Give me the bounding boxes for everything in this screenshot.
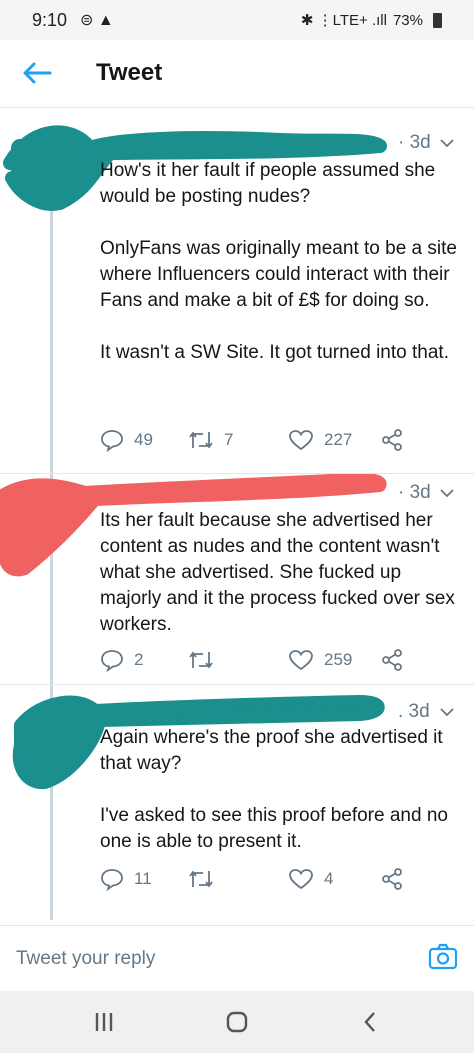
recent-apps-icon: [95, 1013, 113, 1031]
chevron-down-icon[interactable]: [440, 488, 454, 498]
like-button[interactable]: 259: [288, 646, 352, 674]
battery-icon: [433, 12, 442, 28]
retweet-button[interactable]: [188, 646, 224, 674]
page-title: Tweet: [96, 59, 163, 86]
tweet-text: Again where's the proof she advertised i…: [100, 727, 448, 852]
reply-button[interactable]: 49: [100, 426, 153, 454]
reply-composer[interactable]: Tweet your reply: [0, 925, 474, 991]
share-icon: [382, 868, 402, 890]
retweet-count: 7: [224, 430, 234, 449]
signal-icons: ✱ ⋮LTE+ .ıll: [300, 12, 387, 29]
home-button[interactable]: [217, 1007, 257, 1037]
retweet-icon: [189, 431, 213, 449]
reply-count: 2: [134, 650, 144, 669]
reply-icon: [101, 650, 123, 672]
heart-icon: [289, 869, 313, 890]
status-bar: 9:10 ⊜ ▲ ✱ ⋮LTE+ .ıll 73%: [0, 0, 474, 40]
status-time: 9:10: [32, 10, 68, 30]
reply-icon: [101, 869, 123, 891]
tweet-time: · 3d: [398, 482, 431, 503]
retweet-icon: [189, 651, 213, 669]
retweet-button[interactable]: [188, 865, 224, 893]
like-count: 259: [324, 650, 353, 669]
reply-icon: [101, 430, 123, 452]
reply-count: 11: [134, 869, 152, 888]
back-button[interactable]: [350, 1007, 390, 1037]
tweet-actions: 2 259: [100, 646, 420, 674]
tweet-3[interactable]: . 3d Again where's the proof she adverti…: [0, 685, 474, 915]
share-icon: [382, 429, 402, 451]
back-icon: [364, 1012, 375, 1032]
reply-count: 49: [134, 430, 153, 449]
chevron-down-icon[interactable]: [440, 707, 454, 717]
share-button[interactable]: [380, 646, 404, 674]
camera-icon[interactable]: [428, 942, 458, 972]
tweet-actions: 11 4: [100, 865, 420, 893]
battery-level: 73%: [392, 11, 423, 29]
share-button[interactable]: [380, 865, 404, 893]
header: Tweet: [0, 40, 474, 108]
reply-button[interactable]: 2: [100, 646, 143, 674]
retweet-button[interactable]: 7: [188, 426, 233, 454]
tweet-actions: 49 7 227: [100, 426, 420, 454]
like-button[interactable]: 227: [288, 426, 352, 454]
heart-icon: [289, 430, 313, 451]
tweet-time: . 3d: [398, 701, 430, 722]
tweet-1[interactable]: · 3d How's it her fault if people assume…: [0, 108, 474, 473]
like-count: 4: [324, 869, 334, 888]
tweet-2[interactable]: · 3d Its her fault because she advertise…: [0, 474, 474, 684]
reply-button[interactable]: 11: [100, 865, 152, 893]
system-nav-bar: [0, 991, 474, 1053]
recent-apps-button[interactable]: [84, 1007, 124, 1037]
heart-icon: [289, 650, 313, 671]
home-icon: [226, 1011, 248, 1033]
tweet-text: Its her fault because she advertised her…: [100, 510, 461, 635]
share-icon: [382, 649, 402, 671]
tweet-text: How's it her fault if people assumed she…: [100, 160, 457, 363]
share-button[interactable]: [380, 426, 404, 454]
reply-input[interactable]: Tweet your reply: [16, 948, 155, 970]
tweet-time: · 3d: [398, 132, 431, 153]
chevron-down-icon[interactable]: [440, 138, 454, 148]
retweet-icon: [189, 870, 213, 888]
notification-icons: ⊜ ▲: [80, 12, 114, 29]
status-right: ✱ ⋮LTE+ .ıll 73%: [301, 11, 442, 29]
like-count: 227: [324, 430, 353, 449]
back-arrow-icon[interactable]: [20, 58, 54, 88]
like-button[interactable]: 4: [288, 865, 333, 893]
